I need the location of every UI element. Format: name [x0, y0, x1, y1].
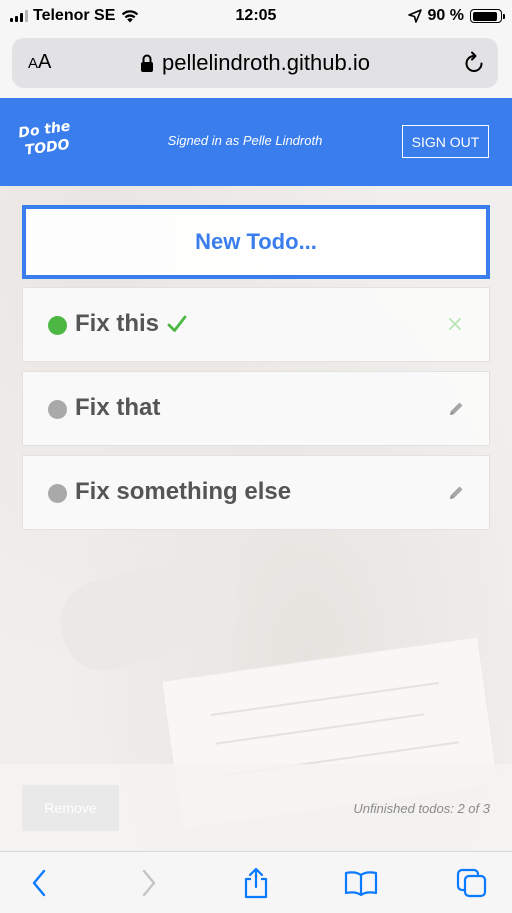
- forward-icon[interactable]: [132, 866, 166, 900]
- new-todo-input[interactable]: New Todo...: [22, 205, 490, 279]
- pencil-icon[interactable]: [447, 484, 465, 502]
- todo-item[interactable]: Fix that: [22, 371, 490, 446]
- todo-status-pending-icon[interactable]: [48, 484, 67, 503]
- todo-label: Fix that: [75, 394, 161, 421]
- todo-text: Fix that: [75, 394, 160, 422]
- todo-status-done-icon[interactable]: [48, 316, 67, 335]
- todo-item[interactable]: Fix something else: [22, 455, 490, 530]
- pencil-icon[interactable]: [447, 400, 465, 418]
- battery-percent: 90 %: [427, 7, 464, 24]
- back-icon[interactable]: [22, 866, 56, 900]
- bookmarks-icon[interactable]: [344, 866, 378, 900]
- sign-out-button[interactable]: SIGN OUT: [402, 125, 489, 158]
- app-logo[interactable]: Do the TODO: [17, 116, 87, 168]
- todo-app: Do the TODO Signed in as Pelle Lindroth …: [0, 98, 512, 851]
- location-arrow-icon: [407, 9, 422, 23]
- url-field[interactable]: pellelindroth.github.io: [12, 50, 498, 76]
- todo-status-pending-icon[interactable]: [48, 400, 67, 419]
- tabs-icon[interactable]: [455, 866, 489, 900]
- status-bar: Telenor SE 12:05 90 %: [0, 0, 512, 34]
- signed-in-text: Signed in as Pelle Lindroth: [167, 133, 323, 148]
- reload-icon[interactable]: [462, 50, 486, 76]
- remove-button[interactable]: Remove: [22, 785, 119, 831]
- battery-icon: [470, 9, 505, 23]
- close-icon[interactable]: [449, 318, 461, 330]
- todo-list: Fix this Fix that Fix something else: [22, 287, 490, 539]
- battery-fill: [472, 11, 497, 21]
- unfinished-count: Unfinished todos: 2 of 3: [353, 801, 490, 816]
- status-right: 90 %: [407, 7, 505, 25]
- app-footer: Remove Unfinished todos: 2 of 3: [0, 764, 512, 851]
- url-text: pellelindroth.github.io: [162, 50, 370, 75]
- todo-label: Fix this: [75, 310, 160, 337]
- browser-top-bar: AA pellelindroth.github.io: [0, 34, 512, 98]
- todo-item[interactable]: Fix this: [22, 287, 490, 362]
- background-decoration: [51, 546, 249, 680]
- browser-toolbar: [0, 851, 512, 913]
- share-icon[interactable]: [239, 866, 273, 900]
- todo-text: Fix something else: [75, 478, 291, 506]
- todo-text: Fix this: [75, 310, 187, 338]
- checkmark-icon: [167, 315, 187, 332]
- todo-label: Fix something else: [75, 478, 292, 505]
- address-bar[interactable]: AA pellelindroth.github.io: [12, 38, 498, 88]
- app-header: Do the TODO Signed in as Pelle Lindroth …: [0, 98, 512, 186]
- lock-icon: [141, 54, 154, 72]
